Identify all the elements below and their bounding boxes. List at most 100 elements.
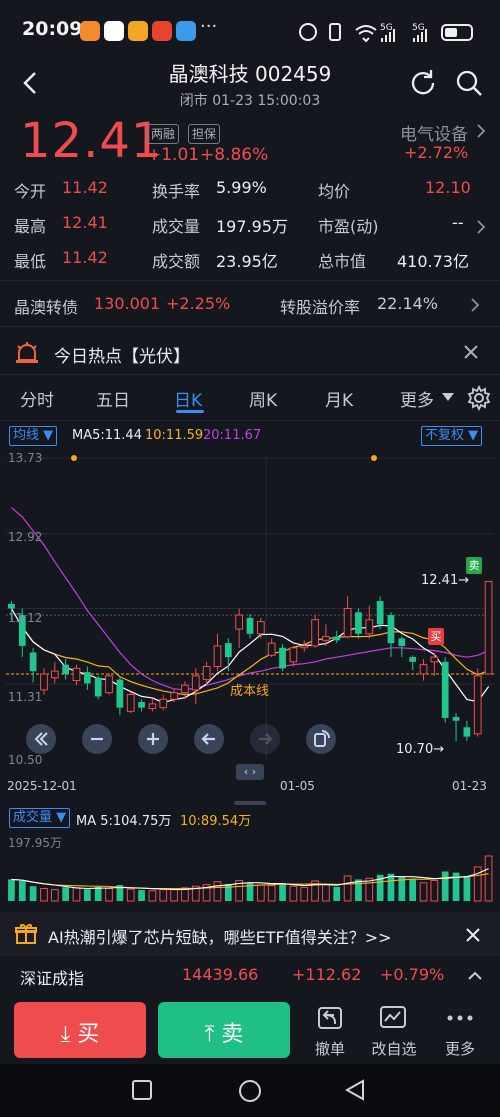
close-icon[interactable] — [462, 343, 480, 361]
search-button[interactable] — [452, 66, 486, 100]
more-actions-button[interactable]: 更多 — [432, 1000, 488, 1064]
event-marker — [71, 455, 77, 461]
index-pct: +0.79% — [380, 965, 445, 984]
candle-body — [398, 638, 406, 646]
volume-bar — [409, 879, 417, 901]
reset-view-button[interactable] — [306, 724, 336, 754]
candle-body — [322, 636, 330, 641]
tab-intraday[interactable]: 分时 — [20, 386, 54, 411]
sector-change: +2.72% — [404, 143, 469, 162]
candlestick-chart[interactable] — [0, 448, 500, 770]
refresh-button[interactable] — [406, 66, 440, 100]
candle-body — [430, 656, 439, 663]
stat-value: 23.95亿 — [216, 252, 278, 271]
tab-daily-k[interactable]: 日K — [174, 386, 202, 411]
vol-ma5: MA 5:104.75万 — [76, 814, 172, 829]
volume-bar — [126, 888, 135, 902]
index-name: 深证成指 — [20, 969, 85, 988]
candle-body — [311, 619, 319, 647]
candle-body — [484, 580, 493, 675]
chevron-right-icon — [477, 124, 486, 138]
candle-body — [343, 608, 352, 638]
app-notification-icon — [152, 21, 172, 41]
hot-topic-banner[interactable]: 今日热点【光伏】 — [0, 332, 500, 372]
volume-selector-label: 成交量 — [13, 810, 53, 825]
buy-button[interactable]: ⤓ 买 — [14, 1002, 146, 1058]
stat-label: 均价 — [318, 182, 351, 201]
stat-label: 成交额 — [152, 252, 201, 271]
candle-body — [50, 670, 59, 679]
volume-bar — [8, 879, 15, 901]
back-nav-button[interactable] — [343, 1078, 367, 1102]
fast-back-button[interactable] — [26, 724, 56, 754]
candle-body — [256, 621, 265, 635]
cost-line-label: 成本线 — [230, 684, 270, 699]
edit-watchlist-button[interactable]: 改自选 — [366, 1000, 422, 1064]
alarm-icon — [299, 23, 317, 41]
gear-icon[interactable] — [466, 385, 492, 411]
alarm-light-icon — [16, 342, 38, 363]
recent-apps-button[interactable] — [130, 1078, 154, 1102]
ma10-value: 10:11.59 — [145, 428, 204, 443]
zoom-in-button[interactable] — [138, 724, 168, 754]
volume-bar — [279, 883, 286, 901]
volume-bar — [213, 881, 222, 902]
sell-signal-tag[interactable]: 卖 — [466, 557, 482, 574]
zoom-out-button[interactable] — [82, 724, 112, 754]
tab-more[interactable]: 更多 — [400, 386, 434, 411]
volume-bar — [441, 871, 449, 901]
stat-label: 换手率 — [152, 182, 201, 201]
ma-selector[interactable]: 均线 ▼ — [9, 426, 58, 446]
stat-label: 市盈(动) — [318, 217, 379, 236]
sell-button[interactable]: ⤒ 卖 — [158, 1002, 290, 1058]
buy-signal-tag[interactable]: 买 — [428, 628, 444, 645]
close-icon[interactable] — [464, 926, 482, 944]
volume-chart[interactable] — [0, 828, 500, 903]
volume-selector[interactable]: 成交量 ▼ — [9, 808, 71, 828]
premium-value: 22.14% — [377, 294, 439, 313]
chart-drag-handle[interactable]: ‹ › — [236, 764, 264, 780]
network-5g-label: 5G — [380, 23, 393, 33]
candle-body — [213, 645, 222, 668]
tab-five-day[interactable]: 五日 — [96, 386, 130, 411]
bond-change: +2.25% — [166, 294, 231, 313]
adjust-selector[interactable]: 不复权 ▼ — [421, 426, 483, 446]
tab-monthly-k[interactable]: 月K — [325, 386, 353, 411]
volume-bar — [159, 889, 168, 902]
news-text: AI热潮引爆了芯片短缺，哪些ETF值得关注？>> — [48, 928, 392, 947]
volume-bar — [105, 887, 113, 902]
volume-bar — [50, 889, 59, 902]
sector-name[interactable]: 电气设备 — [400, 120, 468, 145]
cancel-order-button[interactable]: 撤单 — [302, 1000, 358, 1064]
news-banner[interactable]: AI热潮引爆了芯片短缺，哪些ETF值得关注？>> — [0, 912, 500, 956]
move-left-button[interactable] — [194, 724, 224, 754]
candle-body — [441, 661, 449, 718]
convertible-bond-row[interactable]: 晶澳转债 130.001 +2.25% 转股溢价率 22.14% — [0, 284, 500, 324]
current-price: 12.41 — [20, 113, 163, 169]
chevron-right-icon — [471, 298, 480, 312]
cancel-order-label: 撤单 — [314, 1040, 345, 1058]
candle-body — [83, 672, 91, 684]
home-button[interactable] — [237, 1078, 263, 1104]
volume-bar — [83, 889, 91, 901]
tab-weekly-k[interactable]: 周K — [249, 386, 277, 411]
expand-stats-icon[interactable] — [474, 218, 488, 236]
volume-bar — [484, 855, 493, 902]
rotate-icon — [314, 730, 330, 747]
volume-bar — [170, 887, 178, 902]
status-bar: 20:09 ··· 5G 5G — [0, 0, 500, 62]
price-change-pct: +8.86% — [200, 145, 269, 165]
system-nav-bar — [0, 1064, 500, 1117]
volume-bar — [138, 890, 145, 901]
candle-body — [62, 664, 70, 674]
candle-body — [473, 675, 482, 735]
index-row[interactable]: 深证成指 14439.66 +112.62 +0.79% — [0, 956, 500, 996]
app-notification-icon — [80, 21, 100, 41]
price-change: +1.01 — [147, 145, 200, 165]
candle-body — [409, 657, 417, 662]
candle-body — [126, 694, 135, 712]
hot-topic-text: 今日热点【光伏】 — [54, 347, 190, 367]
move-right-button[interactable] — [250, 724, 280, 754]
pane-resize-handle[interactable] — [234, 801, 266, 805]
app-notification-icon — [128, 21, 148, 41]
